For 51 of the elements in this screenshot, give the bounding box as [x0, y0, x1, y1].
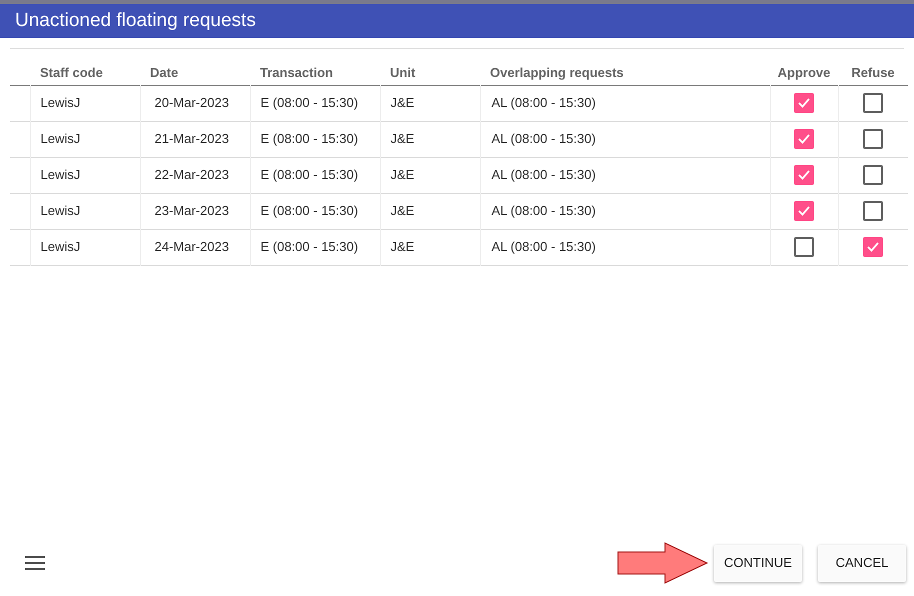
checkbox[interactable] — [794, 237, 814, 257]
table-cell: E (08:00 - 15:30) — [260, 203, 358, 218]
table-cell: 21-Mar-2023 — [154, 131, 229, 146]
table-cell: J&E — [390, 203, 414, 218]
table-cell: J&E — [390, 131, 414, 146]
table-cell: AL (08:00 - 15:30) — [492, 203, 596, 218]
table-cell: LewisJ — [40, 239, 80, 254]
dialog-button[interactable]: CONTINUE — [714, 544, 802, 582]
check-icon — [797, 133, 811, 145]
table-cell: AL (08:00 - 15:30) — [492, 239, 596, 254]
check-icon — [797, 97, 811, 109]
column-header: Refuse — [851, 65, 895, 80]
checkbox[interactable] — [863, 129, 884, 149]
table-cell: AL (08:00 - 15:30) — [492, 131, 596, 146]
table-cell: LewisJ — [40, 167, 80, 182]
table-cell: LewisJ — [40, 131, 80, 146]
checkbox[interactable] — [863, 201, 884, 221]
column-header: Staff code — [40, 65, 103, 80]
table-cell: E (08:00 - 15:30) — [260, 167, 358, 182]
table-cell: LewisJ — [40, 203, 80, 218]
dialog-title: Unactioned floating requests — [15, 8, 256, 33]
table-cell: 23-Mar-2023 — [154, 203, 229, 218]
checkbox[interactable] — [863, 165, 884, 185]
table-cell: J&E — [390, 239, 414, 254]
checkbox[interactable] — [794, 129, 814, 149]
dialog-button[interactable]: CANCEL — [818, 544, 906, 582]
table-cell: E (08:00 - 15:30) — [260, 95, 358, 110]
table-cell: E (08:00 - 15:30) — [260, 239, 358, 254]
column-header: Transaction — [260, 65, 333, 80]
table-cell: J&E — [390, 95, 414, 110]
table-cell: E (08:00 - 15:30) — [260, 131, 358, 146]
checkbox[interactable] — [794, 93, 814, 113]
checkbox[interactable] — [863, 93, 884, 113]
column-header: Overlapping requests — [490, 65, 624, 80]
check-icon — [797, 205, 811, 217]
table-cell: 20-Mar-2023 — [154, 95, 229, 110]
check-icon — [797, 169, 811, 181]
menu-icon[interactable] — [25, 556, 45, 570]
checkbox[interactable] — [794, 201, 814, 221]
table-cell: 24-Mar-2023 — [154, 239, 229, 254]
check-icon — [866, 241, 880, 253]
column-header: Date — [150, 65, 178, 80]
column-header: Unit — [390, 65, 416, 80]
checkbox[interactable] — [863, 237, 884, 257]
table-cell: AL (08:00 - 15:30) — [492, 95, 596, 110]
table-cell: J&E — [390, 167, 414, 182]
table-cell: AL (08:00 - 15:30) — [492, 167, 596, 182]
checkbox[interactable] — [794, 165, 814, 185]
table-cell: LewisJ — [40, 95, 80, 110]
table-cell: 22-Mar-2023 — [154, 167, 229, 182]
column-header: Approve — [778, 65, 830, 80]
